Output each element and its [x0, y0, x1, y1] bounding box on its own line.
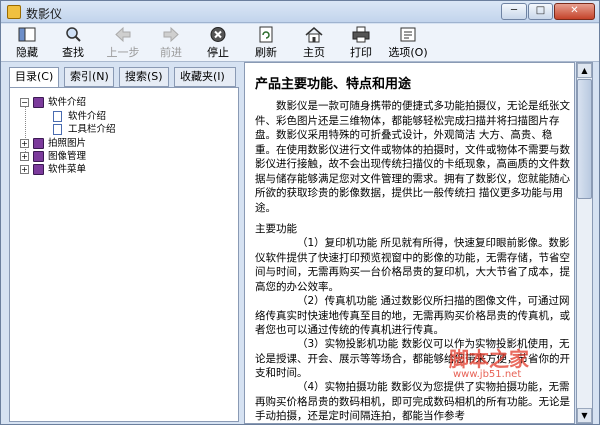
page-title: 产品主要功能、特点和用途: [255, 77, 412, 92]
watermark-url: www.jb51.net: [453, 369, 522, 380]
find-icon: [66, 27, 81, 42]
tree-node-child[interactable]: 工具栏介绍: [38, 123, 138, 136]
vertical-scrollbar[interactable]: ▲ ▼: [576, 62, 593, 424]
home-icon: [305, 27, 323, 43]
app-icon: [7, 5, 21, 19]
book-open-icon: [33, 97, 44, 108]
tree-node-child[interactable]: 软件介绍: [38, 110, 138, 123]
forward-button[interactable]: 前进: [151, 26, 191, 60]
book-icon: [33, 164, 44, 175]
scroll-down-arrow-icon[interactable]: ▼: [577, 408, 592, 423]
forward-arrow-icon: [163, 26, 179, 43]
watermark: 脚本之家: [449, 347, 529, 371]
expand-icon[interactable]: +: [20, 152, 29, 161]
back-button[interactable]: 上一步: [103, 26, 143, 60]
help-window: 数影仪 ─ □ ✕ 隐藏 查找 上一步 前进 停止 刷新 主页 打印 选项(O)…: [0, 0, 600, 425]
scroll-up-arrow-icon[interactable]: ▲: [577, 63, 592, 78]
stop-icon: [210, 27, 226, 42]
feature-paragraph: （1）复印机功能 所见就有所得，快速复印眼前影像。数影仪软件提供了快速打印预览视…: [255, 237, 570, 293]
page-icon: [53, 111, 62, 122]
section-title: 主要功能: [255, 223, 297, 235]
contents-tree: − 软件介绍 软件介绍 工具栏介绍 + 拍照图片 + 图像管理 + 软件菜单: [9, 87, 239, 422]
window-title: 数影仪: [26, 7, 63, 21]
maximize-button[interactable]: □: [528, 3, 553, 20]
toolbar: 隐藏 查找 上一步 前进 停止 刷新 主页 打印 选项(O): [1, 24, 599, 62]
options-icon: [400, 27, 416, 42]
nav-tabs: 目录(C) 索引(N) 搜索(S) 收藏夹(I): [9, 67, 239, 88]
tree-node-item[interactable]: + 软件菜单: [20, 163, 120, 176]
stop-button[interactable]: 停止: [198, 26, 238, 60]
title-bar[interactable]: 数影仪 ─ □ ✕: [1, 1, 599, 23]
feature-paragraph: （4）实物拍摄功能 数影仪为您提供了实物拍摄功能，无需再购买价格昂贵的数码相机，…: [255, 381, 570, 422]
book-icon: [33, 151, 44, 162]
tab-contents[interactable]: 目录(C): [9, 67, 59, 88]
printer-icon: [352, 26, 370, 43]
refresh-button[interactable]: 刷新: [246, 26, 286, 60]
options-button[interactable]: 选项(O): [385, 26, 431, 60]
expand-icon[interactable]: +: [20, 139, 29, 148]
home-button[interactable]: 主页: [294, 26, 334, 60]
tree-node-root[interactable]: − 软件介绍: [20, 96, 120, 109]
page-icon: [53, 124, 62, 135]
tree-node-item[interactable]: + 拍照图片: [20, 137, 120, 150]
intro-paragraph: 数影仪是一款可随身携带的便捷式多功能拍摄仪，无论是纸张文件、彩色图片还是三维物体…: [255, 100, 570, 214]
feature-paragraph: （2）传真机功能 通过数影仪所扫描的图像文件，可通过网络传真实时快速地传真至目的…: [255, 295, 570, 336]
hide-button[interactable]: 隐藏: [7, 26, 47, 60]
print-button[interactable]: 打印: [341, 26, 381, 60]
tab-favorites[interactable]: 收藏夹(I): [174, 67, 236, 87]
collapse-icon[interactable]: −: [20, 98, 29, 107]
back-arrow-icon: [115, 26, 131, 43]
expand-icon[interactable]: +: [20, 165, 29, 174]
close-button[interactable]: ✕: [554, 3, 595, 20]
minimize-button[interactable]: ─: [501, 3, 527, 20]
refresh-icon: [259, 26, 273, 43]
find-button[interactable]: 查找: [53, 26, 93, 60]
hide-icon: [18, 27, 36, 42]
scroll-thumb[interactable]: [577, 79, 592, 199]
tab-index[interactable]: 索引(N): [64, 67, 114, 87]
tree-node-item[interactable]: + 图像管理: [20, 150, 120, 163]
book-icon: [33, 138, 44, 149]
tab-search[interactable]: 搜索(S): [119, 67, 169, 87]
